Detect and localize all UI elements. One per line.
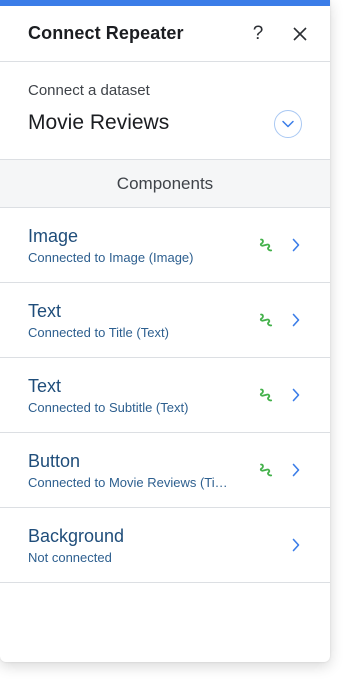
component-subtitle: Connected to Title (Text) xyxy=(28,324,169,340)
link-icon[interactable] xyxy=(256,460,276,480)
close-icon xyxy=(293,26,307,41)
help-icon: ? xyxy=(252,22,264,44)
dataset-dropdown-value[interactable]: Movie Reviews xyxy=(28,111,302,135)
component-subtitle: Connected to Movie Reviews (Ti… xyxy=(28,474,228,490)
component-item-text-subtitle[interactable]: Text Connected to Subtitle (Text) xyxy=(0,358,330,433)
component-item-text-title[interactable]: Text Connected to Title (Text) xyxy=(0,283,330,358)
link-icon[interactable] xyxy=(256,385,276,405)
close-button[interactable] xyxy=(288,22,312,46)
chevron-right-icon[interactable] xyxy=(290,312,302,328)
dataset-section: Connect a dataset Movie Reviews xyxy=(0,62,330,160)
dataset-dropdown-button[interactable] xyxy=(274,110,302,138)
panel-title: Connect Repeater xyxy=(28,23,184,43)
link-icon[interactable] xyxy=(256,310,276,330)
components-list: Image Connected to Image (Image) Text Co… xyxy=(0,208,330,583)
component-item-button[interactable]: Button Connected to Movie Reviews (Ti… xyxy=(0,433,330,508)
components-header: Components xyxy=(0,160,330,208)
chevron-right-icon[interactable] xyxy=(290,237,302,253)
panel-header: Connect Repeater ? xyxy=(0,6,330,62)
component-subtitle: Connected to Subtitle (Text) xyxy=(28,399,189,415)
component-title: Button xyxy=(28,450,81,471)
component-subtitle: Not connected xyxy=(28,549,112,565)
component-title: Image xyxy=(28,225,79,246)
component-item-image[interactable]: Image Connected to Image (Image) xyxy=(0,208,330,283)
chevron-right-icon[interactable] xyxy=(290,387,302,403)
component-title: Background xyxy=(28,525,125,546)
help-button[interactable]: ? xyxy=(246,22,270,46)
chevron-right-icon[interactable] xyxy=(290,462,302,478)
component-title: Text xyxy=(28,300,62,321)
component-subtitle: Connected to Image (Image) xyxy=(28,249,194,265)
chevron-down-icon xyxy=(282,120,294,128)
component-item-background[interactable]: Background Not connected xyxy=(0,508,330,583)
link-icon[interactable] xyxy=(256,235,276,255)
connect-repeater-panel: Connect Repeater ? Connect a dataset Mov… xyxy=(0,0,330,662)
dataset-label: Connect a dataset xyxy=(28,82,150,99)
component-title: Text xyxy=(28,375,62,396)
chevron-right-icon[interactable] xyxy=(290,537,302,553)
